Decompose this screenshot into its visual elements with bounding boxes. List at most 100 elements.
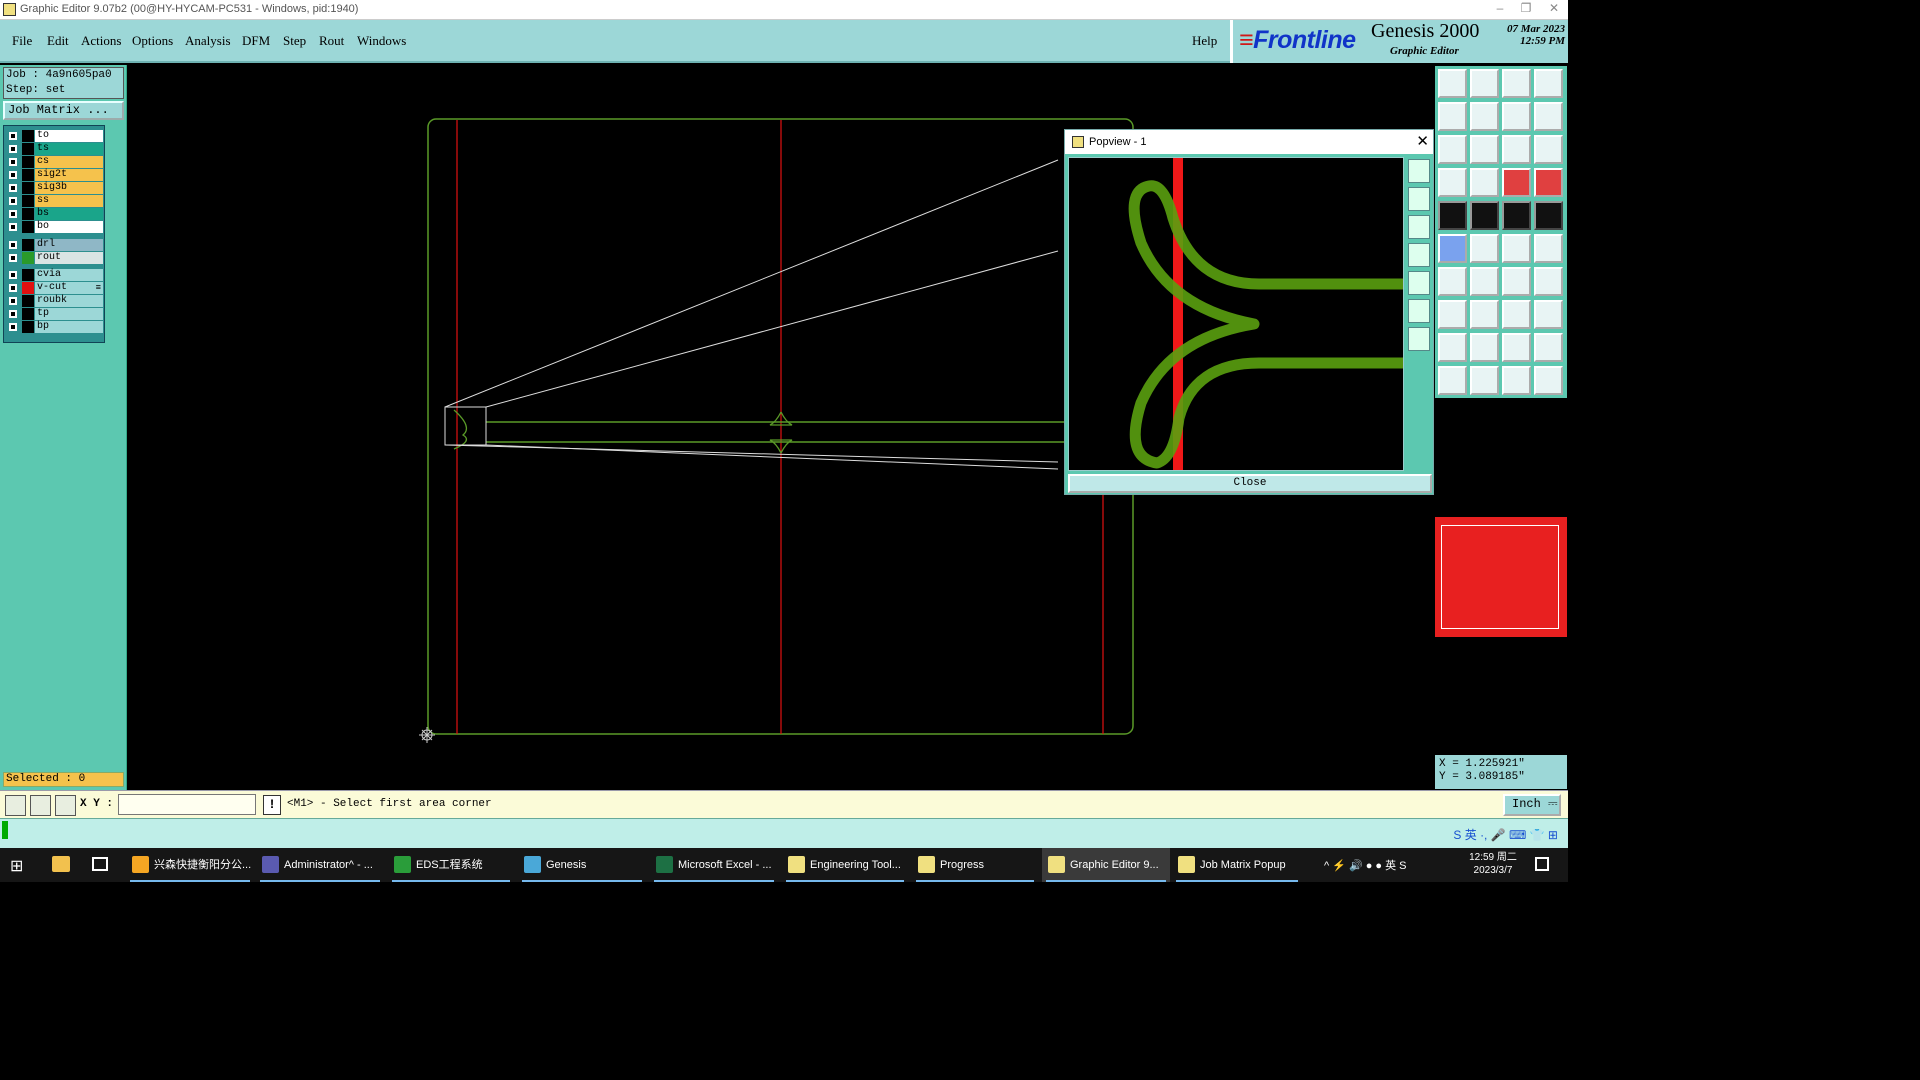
layer-color-box[interactable] [1435,517,1567,637]
layer-checkbox[interactable] [9,241,17,249]
tool-button-21-icon[interactable] [1438,234,1467,263]
taskbar-app-8[interactable]: Graphic Editor 9... [1042,848,1170,882]
notification-icon[interactable] [1535,857,1549,871]
xy-input[interactable] [118,794,256,815]
popview-tool-6-icon[interactable] [1408,299,1430,323]
layer-checkbox[interactable] [9,132,17,140]
tool-button-19-icon[interactable] [1502,201,1531,230]
layer-row-roubk[interactable]: roubk [7,295,103,307]
menu-step[interactable]: Step [283,33,306,49]
popview-window[interactable]: Popview - 1 ✕ Close [1064,129,1434,495]
tool-button-4-icon[interactable] [1534,69,1563,98]
taskbar-clock[interactable]: 12:59 周二 2023/3/7 [1463,851,1523,877]
layer-checkbox[interactable] [9,284,17,292]
layer-row-v-cut[interactable]: v-cut ≡ [7,282,103,294]
layer-checkbox[interactable] [9,145,17,153]
tool-button-37-icon[interactable] [1438,366,1467,395]
tool-button-1-icon[interactable] [1438,69,1467,98]
taskbar-app-7[interactable]: Progress [912,848,1038,882]
tool-button-16-icon[interactable] [1534,168,1563,197]
layer-checkbox[interactable] [9,223,17,231]
layer-checkbox[interactable] [9,254,17,262]
exclamation-button[interactable]: ! [263,795,281,815]
taskbar-app-9[interactable]: Job Matrix Popup [1172,848,1302,882]
popview-tool-3-icon[interactable] [1408,215,1430,239]
tool-button-6-icon[interactable] [1470,102,1499,131]
tool-button-35-icon[interactable] [1502,333,1531,362]
system-tray[interactable]: ^ ⚡ 🔊 ● ● 英 S [1318,848,1568,882]
file-explorer-icon[interactable] [52,856,70,872]
taskbar-app-5[interactable]: Microsoft Excel - ... [650,848,778,882]
snap-tool-1-icon[interactable] [5,795,26,816]
tool-button-20-icon[interactable] [1534,201,1563,230]
layer-row-tp[interactable]: tp [7,308,103,320]
layer-row-bp[interactable]: bp [7,321,103,333]
tool-button-26-icon[interactable] [1470,267,1499,296]
layer-row-cs[interactable]: cs [7,156,103,168]
tool-button-30-icon[interactable] [1470,300,1499,329]
tool-button-9-icon[interactable] [1438,135,1467,164]
popview-tool-7-icon[interactable] [1408,327,1430,351]
task-view-icon[interactable] [92,857,108,871]
tool-button-33-icon[interactable] [1438,333,1467,362]
tool-button-10-icon[interactable] [1470,135,1499,164]
popview-close-icon[interactable]: ✕ [1416,132,1429,150]
popview-canvas[interactable] [1068,157,1405,471]
layer-checkbox[interactable] [9,323,17,331]
layer-row-bo[interactable]: bo [7,221,103,233]
popview-tool-4-icon[interactable] [1408,243,1430,267]
tool-button-36-icon[interactable] [1534,333,1563,362]
tool-button-22-icon[interactable] [1470,234,1499,263]
layer-checkbox[interactable] [9,184,17,192]
minimize-button[interactable]: – [1486,1,1514,15]
tool-button-2-icon[interactable] [1470,69,1499,98]
layer-checkbox[interactable] [9,271,17,279]
layer-checkbox[interactable] [9,171,17,179]
menu-actions[interactable]: Actions [81,33,121,49]
restore-button[interactable]: ❐ [1512,1,1540,15]
taskbar-app-6[interactable]: Engineering Tool... [782,848,908,882]
layer-row-drl[interactable]: drl [7,239,103,251]
menu-edit[interactable]: Edit [47,33,69,49]
tool-button-28-icon[interactable] [1534,267,1563,296]
tool-button-14-icon[interactable] [1470,168,1499,197]
tray-icons[interactable]: ^ ⚡ 🔊 ● ● 英 S [1324,857,1407,873]
tool-button-15-icon[interactable] [1502,168,1531,197]
tool-button-39-icon[interactable] [1502,366,1531,395]
layer-checkbox[interactable] [9,297,17,305]
tool-button-24-icon[interactable] [1534,234,1563,263]
tool-button-3-icon[interactable] [1502,69,1531,98]
popview-tool-1-icon[interactable] [1408,159,1430,183]
menu-dfm[interactable]: DFM [242,33,270,49]
layer-row-cvia[interactable]: cvia [7,269,103,281]
layer-row-ts[interactable]: ts [7,143,103,155]
popview-tool-5-icon[interactable] [1408,271,1430,295]
unit-selector[interactable]: Inch ⎓ [1503,794,1561,816]
layer-row-ss[interactable]: ss [7,195,103,207]
tool-button-7-icon[interactable] [1502,102,1531,131]
tool-button-29-icon[interactable] [1438,300,1467,329]
menu-analysis[interactable]: Analysis [185,33,231,49]
taskbar-app-4[interactable]: Genesis [518,848,646,882]
popview-tool-2-icon[interactable] [1408,187,1430,211]
menu-help[interactable]: Help [1192,33,1217,49]
ime-toolbar[interactable]: S 英 ·, 🎤 ⌨ 👕 ⊞ [1453,826,1558,844]
tool-button-25-icon[interactable] [1438,267,1467,296]
job-matrix-button[interactable]: Job Matrix ... [3,101,124,120]
tool-button-31-icon[interactable] [1502,300,1531,329]
close-window-button[interactable]: ✕ [1540,1,1568,15]
layer-row-rout[interactable]: rout [7,252,103,264]
grid-tool-icon[interactable] [55,795,76,816]
snap-tool-2-icon[interactable] [30,795,51,816]
tool-button-12-icon[interactable] [1534,135,1563,164]
menu-windows[interactable]: Windows [357,33,406,49]
layer-checkbox[interactable] [9,210,17,218]
taskbar-app-1[interactable]: 兴森快捷衡阳分公... [126,848,254,882]
layer-checkbox[interactable] [9,158,17,166]
tool-button-23-icon[interactable] [1502,234,1531,263]
tool-button-32-icon[interactable] [1534,300,1563,329]
taskbar-app-2[interactable]: Administrator^ - ... [256,848,384,882]
tool-button-17-icon[interactable] [1438,201,1467,230]
windows-start-icon[interactable]: ⊞ [10,856,23,876]
tool-button-38-icon[interactable] [1470,366,1499,395]
